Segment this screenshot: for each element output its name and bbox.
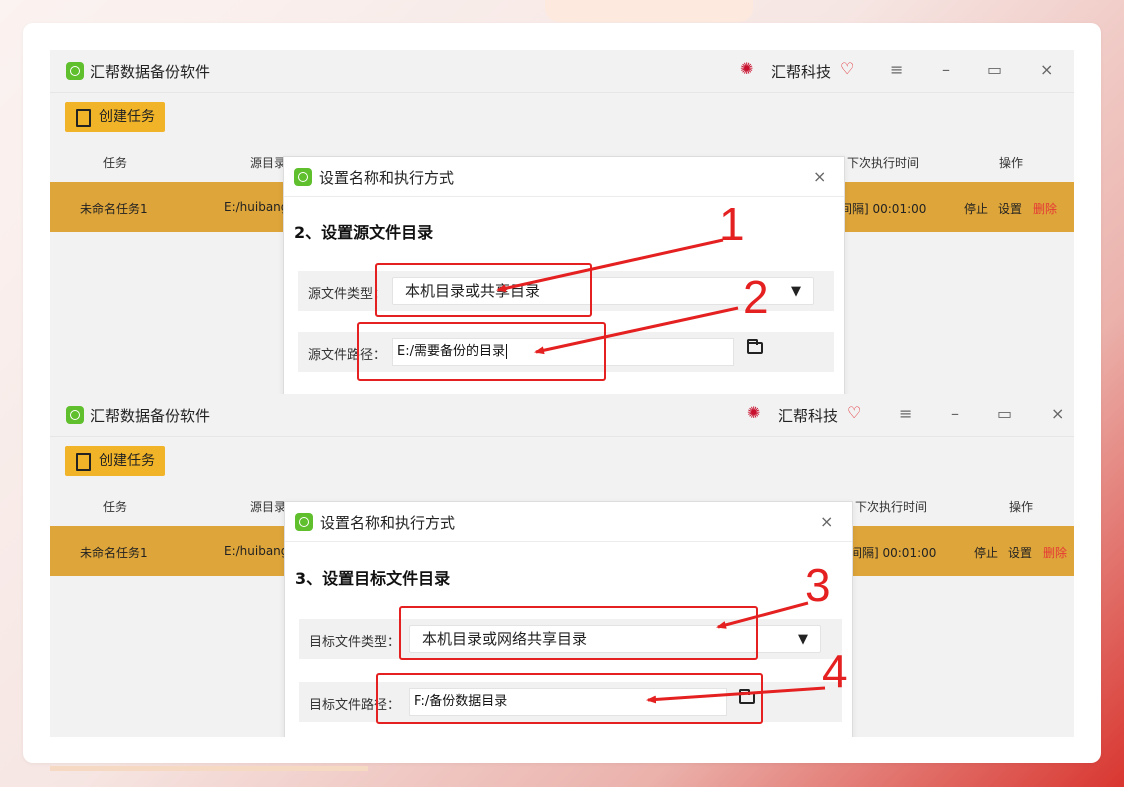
dialog-close-icon[interactable]: × — [813, 167, 826, 186]
delete-link[interactable]: 删除 — [1043, 544, 1067, 561]
app-title: 汇帮数据备份软件 — [90, 407, 211, 425]
source-type-label: 源文件类型： — [308, 287, 387, 302]
stop-link[interactable]: 停止 — [964, 200, 988, 217]
screenshot-target-step: 汇帮数据备份软件 ✺ 汇帮科技 ♡ ≡ – ▭ × 创建任务 任务 源目录 下次… — [50, 394, 1074, 737]
maximize-icon[interactable]: ▭ — [987, 60, 1002, 79]
create-task-button[interactable]: 创建任务 — [65, 102, 165, 132]
col-header-source: 源目录 — [250, 500, 287, 514]
dialog-divider — [284, 196, 844, 197]
folder-icon[interactable] — [739, 689, 755, 704]
target-path-value: F:/备份数据目录 — [414, 694, 508, 709]
settings-link[interactable]: 设置 — [1008, 544, 1032, 561]
task-source: E:/huibang — [224, 544, 289, 558]
close-icon[interactable]: × — [1040, 60, 1053, 79]
create-task-label: 创建任务 — [99, 109, 155, 125]
document-icon — [76, 453, 91, 471]
maximize-icon[interactable]: ▭ — [997, 404, 1012, 423]
brand-name: 汇帮科技 — [771, 63, 832, 81]
dialog-title: 设置名称和执行方式 — [320, 514, 456, 532]
task-name: 未命名任务1 — [80, 546, 148, 560]
target-type-select[interactable]: 本机目录或网络共享目录 ▼ — [409, 625, 821, 653]
settings-dialog: 设置名称和执行方式 × 3、设置目标文件目录 目标文件类型： 本机目录或网络共享… — [284, 501, 853, 737]
task-name: 未命名任务1 — [80, 202, 148, 216]
title-bar: 汇帮数据备份软件 ✺ 汇帮科技 ♡ ≡ – ▭ × — [50, 394, 1074, 437]
menu-icon[interactable]: ≡ — [890, 60, 903, 79]
source-path-label: 源文件路径： — [308, 348, 387, 363]
target-type-row: 目标文件类型： 本机目录或网络共享目录 ▼ — [299, 619, 842, 659]
dialog-title: 设置名称和执行方式 — [319, 169, 455, 187]
target-path-label: 目标文件路径： — [309, 698, 401, 713]
brand-logo-icon: ✺ — [740, 59, 754, 78]
minimize-icon[interactable]: – — [951, 404, 959, 423]
col-header-next-time: 下次执行时间 — [847, 156, 920, 170]
annotation-number-3: 3 — [805, 559, 831, 611]
dialog-close-icon[interactable]: × — [820, 512, 833, 531]
task-next-time: 间隔] 00:01:00 — [850, 546, 937, 560]
col-header-actions: 操作 — [1009, 500, 1034, 514]
col-header-next-time: 下次执行时间 — [855, 500, 928, 514]
menu-icon[interactable]: ≡ — [899, 404, 912, 423]
target-path-row: 目标文件路径： F:/备份数据目录 — [299, 682, 842, 722]
app-logo-icon — [66, 406, 84, 424]
folder-icon[interactable] — [747, 339, 763, 354]
brand-name: 汇帮科技 — [778, 407, 839, 425]
delete-link[interactable]: 删除 — [1033, 200, 1057, 217]
target-path-input[interactable]: F:/备份数据目录 — [409, 688, 727, 716]
annotation-number-2: 2 — [743, 271, 769, 323]
source-path-input[interactable]: E:/需要备份的目录 — [392, 338, 734, 366]
chevron-down-icon: ▼ — [798, 632, 808, 647]
annotation-number-4: 4 — [822, 645, 848, 697]
dialog-logo-icon — [294, 168, 312, 186]
col-header-actions: 操作 — [999, 156, 1024, 170]
create-task-label: 创建任务 — [99, 453, 155, 469]
app-logo-icon — [66, 62, 84, 80]
settings-link[interactable]: 设置 — [998, 200, 1022, 217]
step-heading: 2、设置源文件目录 — [294, 223, 434, 242]
title-bar: 汇帮数据备份软件 ✺ 汇帮科技 ♡ ≡ – ▭ × — [50, 50, 1074, 93]
annotation-number-1: 1 — [719, 198, 745, 250]
step-heading: 3、设置目标文件目录 — [295, 569, 451, 588]
brand-logo-icon: ✺ — [747, 403, 761, 422]
document-icon — [76, 109, 91, 127]
task-next-time: 间隔] 00:01:00 — [840, 202, 927, 216]
target-type-label: 目标文件类型： — [309, 635, 401, 650]
dialog-divider — [285, 541, 852, 542]
dialog-logo-icon — [295, 513, 313, 531]
minimize-icon[interactable]: – — [942, 60, 950, 79]
col-header-task: 任务 — [103, 500, 128, 514]
page-top-tab — [545, 0, 753, 22]
favorite-icon[interactable]: ♡ — [847, 403, 861, 422]
chevron-down-icon: ▼ — [791, 284, 801, 299]
favorite-icon[interactable]: ♡ — [840, 59, 854, 78]
col-header-source: 源目录 — [250, 156, 287, 170]
text-cursor — [505, 344, 507, 359]
source-path-value: E:/需要备份的目录 — [397, 344, 505, 359]
create-task-button[interactable]: 创建任务 — [65, 446, 165, 476]
decorative-underline — [50, 766, 368, 771]
screenshot-source-step: 汇帮数据备份软件 ✺ 汇帮科技 ♡ ≡ – ▭ × 创建任务 任务 源目录 下次… — [50, 50, 1074, 394]
app-title: 汇帮数据备份软件 — [90, 63, 211, 81]
source-path-row: 源文件路径： E:/需要备份的目录 — [298, 332, 834, 372]
task-source: E:/huibang — [224, 200, 289, 214]
stop-link[interactable]: 停止 — [974, 544, 998, 561]
target-type-value: 本机目录或网络共享目录 — [422, 630, 588, 648]
close-icon[interactable]: × — [1051, 404, 1064, 423]
source-type-value: 本机目录或共享目录 — [405, 282, 541, 300]
col-header-task: 任务 — [103, 156, 128, 170]
